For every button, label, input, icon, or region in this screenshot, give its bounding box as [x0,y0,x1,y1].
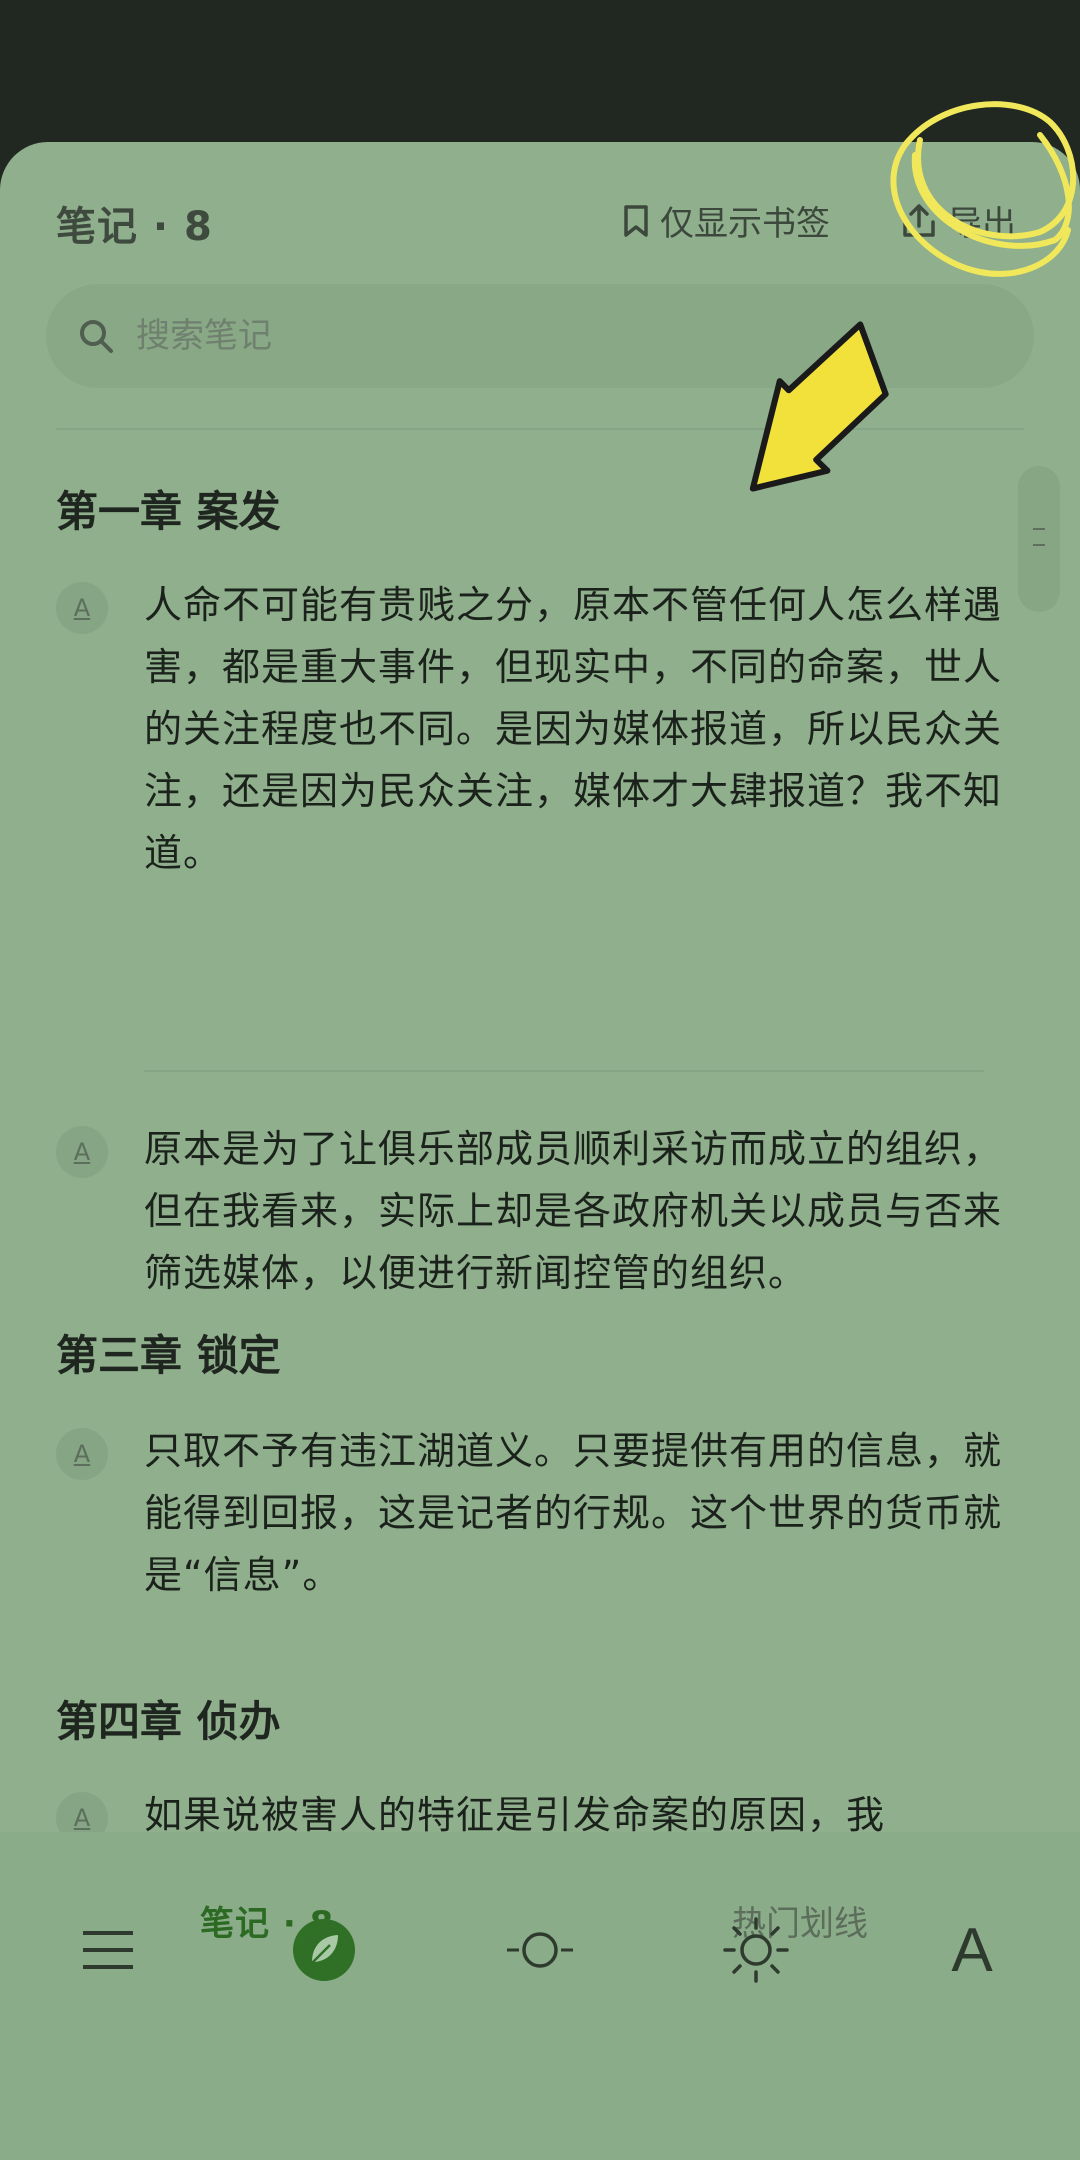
chapter-heading: 第三章 锁定 [56,1331,281,1380]
bookmark-filter-label: 仅显示书签 [660,204,830,244]
chapter-heading: 第四章 侦办 [56,1697,281,1746]
search-bar[interactable] [46,284,1034,388]
font-icon: A [951,1915,993,1985]
page-title: 笔记 · 8 [56,204,213,250]
notes-leaf-icon [293,1919,355,1981]
note-text: 只取不予有违江湖道义。只要提供有用的信息，就能得到回报，这是记者的行规。这个世界… [144,1429,1003,1597]
bookmark-filter-button[interactable]: 仅显示书签 [622,196,830,245]
progress-button[interactable] [480,1890,600,2010]
note-text: 人命不可能有贵贱之分，原本不管任何人怎么样遇害，都是重大事件，但现实中，不同的命… [144,583,1003,875]
highlight-style-icon: A [56,582,108,634]
note-divider [144,1070,984,1072]
reader-toolbar: A [0,1890,1080,2010]
export-label: 导出 [948,204,1016,244]
notes-button[interactable] [264,1890,384,2010]
note-text: 原本是为了让俱乐部成员顺利采访而成立的组织，但在我看来，实际上却是各政府机关以成… [144,1127,1003,1295]
scrollbar-handle[interactable] [1018,466,1060,612]
menu-button[interactable] [48,1890,168,2010]
notes-panel: 笔记 · 8 仅显示书签 导出 第一章 案发 [0,142,1080,2160]
note-item[interactable]: A 人命不可能有贵贱之分，原本不管任何人怎么样遇害，都是重大事件，但现实中，不同… [56,582,1001,882]
font-settings-button[interactable]: A [912,1890,1032,2010]
brightness-icon [723,1917,789,1983]
search-icon [80,320,113,353]
highlight-style-icon: A [56,1428,108,1480]
search-input[interactable] [134,315,938,357]
share-export-icon [903,203,935,237]
note-item[interactable]: A 只取不予有违江湖道义。只要提供有用的信息，就能得到回报，这是记者的行规。这个… [56,1428,1001,1618]
notes-header: 笔记 · 8 仅显示书签 导出 [0,142,1080,388]
highlight-style-icon: A [56,1126,108,1178]
progress-icon [507,1932,573,1968]
header-divider [56,428,1024,430]
bookmark-icon [624,204,648,237]
menu-icon [83,1931,133,1969]
scroll-grip-line [1033,544,1045,546]
export-button[interactable]: 导出 [900,196,1016,245]
brightness-button[interactable] [696,1890,816,2010]
scroll-grip-line [1033,528,1045,530]
chapter-heading: 第一章 案发 [56,487,281,536]
